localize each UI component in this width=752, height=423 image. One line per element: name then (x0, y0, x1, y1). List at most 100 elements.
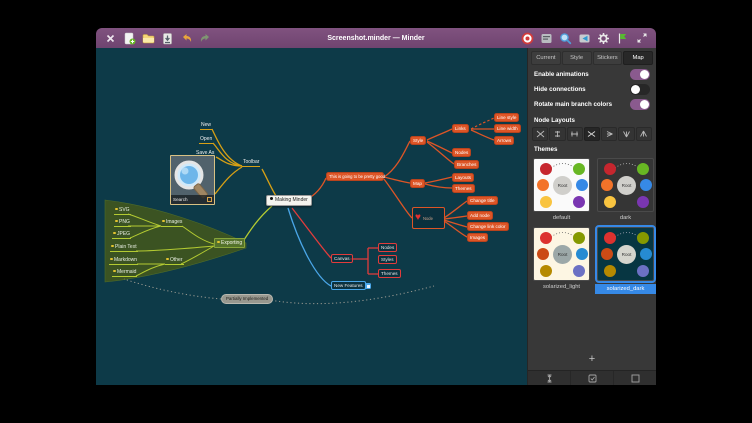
mindmap-canvas[interactable]: Toolbar New Open Save As Search (96, 48, 527, 385)
close-window-icon[interactable] (104, 32, 117, 45)
rotate-branch-colors-toggle[interactable] (630, 99, 650, 110)
map-node-branches[interactable]: Branches (454, 160, 479, 169)
theme-color-dot (576, 179, 588, 191)
undo-icon[interactable] (180, 32, 193, 45)
map-node-other[interactable]: Other (165, 257, 184, 265)
theme-color-dot (637, 232, 649, 244)
theme-color-dot (573, 232, 585, 244)
theme-color-dot (540, 196, 552, 208)
map-node-exporting[interactable]: Exporting (214, 238, 245, 248)
theme-default[interactable]: Root default (533, 158, 590, 222)
map-node-svg[interactable]: SVG (114, 207, 131, 215)
theme-root-circle: Root (553, 176, 572, 195)
theme-color-dot (537, 248, 549, 260)
map-node-canvas[interactable]: Canvas (331, 254, 353, 263)
fit-height-icon[interactable] (528, 371, 571, 385)
theme-color-dot (637, 163, 649, 175)
flag-icon[interactable] (616, 32, 629, 45)
theme-solarized-light[interactable]: Root solarized_light (533, 227, 590, 294)
map-node-mermaid[interactable]: Mermaid (112, 269, 137, 277)
enable-animations-toggle[interactable] (630, 69, 650, 80)
titlebar: Screenshot.minder — Minder (96, 28, 656, 48)
board-icon[interactable] (540, 32, 553, 45)
map-node-search-image[interactable]: Search (170, 155, 215, 205)
map-node-pretty-good[interactable]: This is going to be pretty good (326, 172, 384, 181)
theme-dark[interactable]: Root dark (595, 158, 656, 222)
note-chip-icon[interactable] (365, 283, 371, 289)
theme-color-dot (640, 179, 652, 191)
tab-style[interactable]: Style (562, 51, 592, 65)
theme-name: default (550, 214, 573, 222)
map-node-canvas-nodes[interactable]: Nodes (378, 243, 397, 252)
image-resize-icon[interactable] (207, 197, 212, 202)
theme-color-dot (637, 265, 649, 277)
tab-current[interactable]: Current (531, 51, 561, 65)
map-node-export-images[interactable]: Images (161, 219, 183, 227)
map-node-open[interactable]: Open (199, 136, 213, 144)
map-node-png[interactable]: PNG (114, 219, 131, 227)
redo-icon[interactable] (199, 32, 212, 45)
map-node-heart-box[interactable]: ♥ Node (412, 207, 445, 229)
tab-map[interactable]: Map (623, 51, 653, 65)
map-node-line-style[interactable]: Line style (494, 113, 519, 122)
map-node-new[interactable]: New (200, 122, 212, 130)
themes-grid: Root default (528, 156, 656, 296)
app-window: Screenshot.minder — Minder (96, 28, 656, 385)
map-node-add-node[interactable]: Add node (467, 211, 493, 220)
settings-gear-icon[interactable] (597, 32, 610, 45)
map-node-change-link-color[interactable]: Change link color (467, 222, 509, 231)
add-theme-button[interactable]: + (528, 354, 656, 365)
layout-left-button[interactable] (601, 127, 617, 141)
theme-color-dot (640, 248, 652, 260)
map-node-new-features[interactable]: New Features (331, 281, 366, 290)
theme-root-circle: Root (617, 245, 636, 264)
map-node-style-nodes[interactable]: Nodes (452, 148, 471, 157)
tab-stickers[interactable]: Stickers (593, 51, 623, 65)
map-node-canvas-styles[interactable]: Styles (378, 255, 397, 264)
node-layouts-heading: Node Layouts (528, 112, 656, 127)
map-node-canvas-themes[interactable]: Themes (378, 269, 401, 278)
map-node-plain-text[interactable]: Plain Text (110, 244, 138, 252)
theme-color-dot (540, 163, 552, 175)
record-target-icon[interactable] (521, 32, 534, 45)
theme-color-dot (540, 232, 552, 244)
save-icon[interactable] (161, 32, 174, 45)
theme-color-dot (601, 179, 613, 191)
open-folder-icon[interactable] (142, 32, 155, 45)
map-node-map[interactable]: Map (410, 179, 425, 188)
map-node-themes[interactable]: Themes (452, 184, 475, 193)
map-node-links[interactable]: Links (452, 124, 469, 133)
map-node-center[interactable]: Making Minder (266, 195, 312, 206)
map-node-arrows[interactable]: Arrows (494, 136, 514, 145)
hide-connections-toggle[interactable] (630, 84, 650, 95)
zoom-fit-icon[interactable] (635, 32, 648, 45)
theme-color-dot (540, 265, 552, 277)
new-document-icon[interactable] (123, 32, 136, 45)
layout-manual-button[interactable] (532, 127, 548, 141)
tasks-checkbox-icon[interactable] (571, 371, 614, 385)
map-node-style[interactable]: Style (410, 136, 426, 145)
map-node-markdown[interactable]: Markdown (109, 257, 138, 265)
map-node-heart-images[interactable]: Images (467, 233, 488, 242)
map-node-partially-implemented[interactable]: Partially Implemented (221, 294, 273, 304)
theme-color-dot (537, 179, 549, 191)
layout-horizontal-button[interactable] (567, 127, 583, 141)
map-node-toolbar[interactable]: Toolbar (242, 159, 260, 167)
properties-sidebar: Current Style Stickers Map Enable animat… (527, 48, 656, 385)
layout-vertical-button[interactable] (549, 127, 565, 141)
heart-sticker-icon: ♥ (415, 213, 421, 223)
theme-color-dot (601, 248, 613, 260)
layout-both-sides-button[interactable] (584, 127, 600, 141)
map-node-layouts[interactable]: Layouts (452, 173, 474, 182)
map-node-line-width[interactable]: Line width (494, 124, 521, 133)
map-node-change-title[interactable]: Change title (467, 196, 498, 205)
frame-icon[interactable] (614, 371, 656, 385)
layout-up-button[interactable] (618, 127, 634, 141)
search-icon[interactable] (559, 32, 572, 45)
map-node-jpeg[interactable]: JPEG (112, 231, 131, 239)
export-icon[interactable] (578, 32, 591, 45)
theme-solarized-dark[interactable]: Root solarized_dark (595, 227, 656, 294)
node-bullet (217, 241, 220, 244)
layout-down-button[interactable] (636, 127, 652, 141)
themes-heading: Themes (528, 141, 656, 156)
